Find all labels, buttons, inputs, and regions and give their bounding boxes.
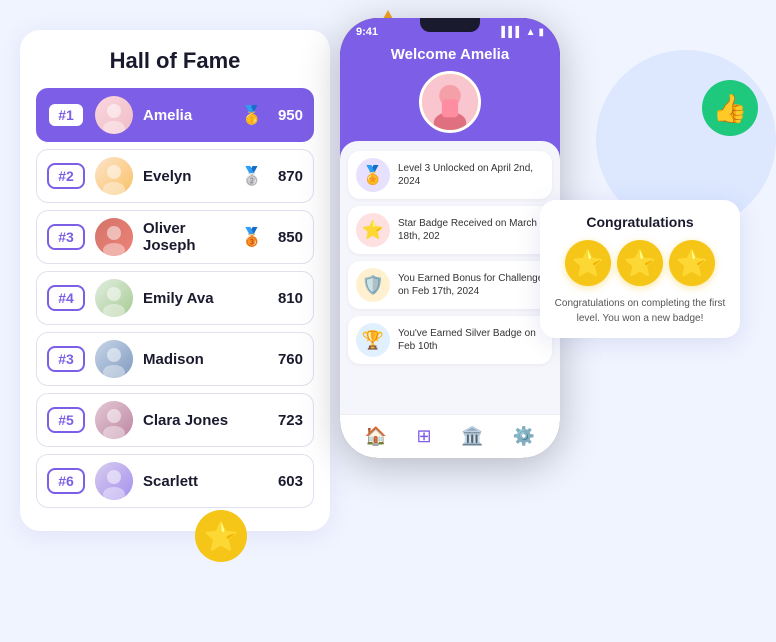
player-name: Emily Ava [143,290,269,307]
player-score: 810 [269,290,303,307]
leaderboard-row: #3 Oliver Joseph🥉 850 [36,210,314,264]
player-name: Evelyn [143,168,241,185]
congrats-title: Congratulations [554,214,726,230]
player-avatar [95,462,133,500]
player-score: 950 [269,107,303,124]
nav-icon-grid[interactable]: ⊞ [417,426,432,447]
phone-time: 9:41 [356,26,378,38]
congrats-stars: ⭐ ⭐ ⭐ [554,240,726,286]
player-avatar [95,96,133,134]
rank-badge: #3 [47,224,85,250]
activity-item: ⭐ Star Badge Received on March 18th, 202 [348,206,552,254]
leaderboard-row: #6 Scarlett603 [36,454,314,508]
leaderboard-row: #5 Clara Jones723 [36,393,314,447]
rank-badge: #3 [47,346,85,372]
medal-icon: 🥉 [241,227,263,248]
phone-navigation: 🏠 ⊞ 🏛️ ⚙️ [340,414,560,458]
rank-badge: #5 [47,407,85,433]
activity-text: Star Badge Received on March 18th, 202 [398,217,544,243]
star-1: ⭐ [565,240,611,286]
activity-text: You Earned Bonus for Challenge on Feb 17… [398,272,544,298]
rank-badge: #2 [47,163,85,189]
star-3: ⭐ [669,240,715,286]
nav-icon-home[interactable]: 🏠 [365,426,387,447]
player-name: Clara Jones [143,412,269,429]
rank-badge: #1 [47,102,85,128]
leaderboard-row: #4 Emily Ava810 [36,271,314,325]
activity-icon: ⭐ [356,213,390,247]
player-name: Amelia [143,107,241,124]
rank-badge: #4 [47,285,85,311]
activity-icon: 🛡️ [356,268,390,302]
avatar-illustration [422,71,478,133]
player-avatar [95,401,133,439]
medal-icon: 🥈 [241,166,263,187]
player-name: Oliver Joseph [143,220,241,254]
player-name: Madison [143,351,269,368]
player-avatar [95,340,133,378]
player-score: 723 [269,412,303,429]
leaderboard-list: #1 Amelia🥇 950 #2 Evelyn🥈 870 #3 Oliver Joseph🥉… [36,88,314,508]
medal-icon: 🥇 [241,105,263,126]
player-score: 603 [269,473,303,490]
leaderboard-row: #1 Amelia🥇 950 [36,88,314,142]
signal-icon: ▌▌▌ [501,27,522,38]
activity-item: 🛡️ You Earned Bonus for Challenge on Feb … [348,261,552,309]
player-score: 850 [269,229,303,246]
welcome-text: Welcome Amelia [391,46,509,63]
activity-text: You've Earned Silver Badge on Feb 10th [398,327,544,353]
star-2: ⭐ [617,240,663,286]
nav-icon-settings[interactable]: ⚙️ [513,426,535,447]
player-name: Scarlett [143,473,269,490]
player-score: 870 [269,168,303,185]
nav-icon-leaderboard[interactable]: 🏛️ [461,426,483,447]
hall-of-fame-card: Hall of Fame #1 Amelia🥇 950 #2 Evelyn🥈 870 #3 O… [20,30,330,531]
battery-icon: ▮ [538,27,544,38]
phone-mockup: 9:41 ▌▌▌ ▲ ▮ Welcome Amelia 🏅 Level 3 Unl… [340,18,560,458]
activity-icon: 🏅 [356,158,390,192]
phone-screen: Welcome Amelia 🏅 Level 3 Unlocked on Apri… [340,40,560,414]
player-avatar [95,218,133,256]
user-avatar [419,71,481,133]
phone-notch [420,18,480,32]
thumbs-up-icon: 👍 [702,80,758,136]
player-avatar [95,157,133,195]
player-avatar [95,279,133,317]
star-badge-icon: ⭐ [195,510,247,562]
activity-icon: 🏆 [356,323,390,357]
leaderboard-row: #3 Madison760 [36,332,314,386]
player-score: 760 [269,351,303,368]
rank-badge: #6 [47,468,85,494]
activity-item: 🏅 Level 3 Unlocked on April 2nd, 2024 [348,151,552,199]
wifi-icon: ▲ [526,27,536,38]
hall-of-fame-title: Hall of Fame [36,48,314,74]
leaderboard-row: #2 Evelyn🥈 870 [36,149,314,203]
activity-item: 🏆 You've Earned Silver Badge on Feb 10th [348,316,552,364]
phone-status-bar: 9:41 ▌▌▌ ▲ ▮ [340,18,560,40]
activity-list: 🏅 Level 3 Unlocked on April 2nd, 2024 ⭐ Sta… [340,141,560,414]
congratulations-popup: Congratulations ⭐ ⭐ ⭐ Congratulations on… [540,200,740,338]
phone-status-icons: ▌▌▌ ▲ ▮ [501,27,544,38]
congrats-text: Congratulations on completing the first … [554,296,726,326]
activity-text: Level 3 Unlocked on April 2nd, 2024 [398,162,544,188]
